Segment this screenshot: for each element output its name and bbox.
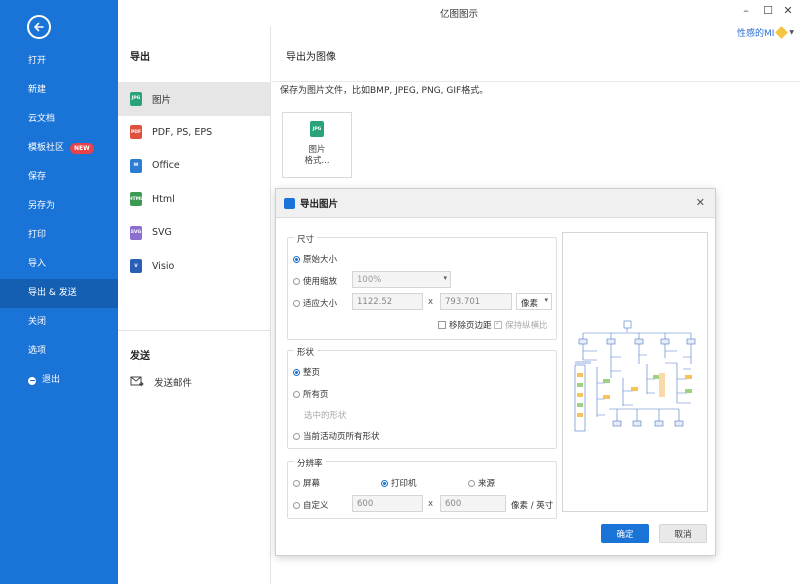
- maximize-icon: ☐: [763, 4, 773, 17]
- export-preview: [562, 232, 708, 512]
- nav-item-new[interactable]: 新建: [0, 76, 118, 105]
- radio-all-pages[interactable]: 所有页: [293, 388, 329, 400]
- minimize-button[interactable]: –: [738, 4, 754, 17]
- keep-ratio-checkbox[interactable]: 保持纵横比: [494, 319, 548, 331]
- resolution-legend: 分辨率: [294, 457, 326, 469]
- export-image-dialog: 导出图片 ✕ 尺寸 原始大小 使用缩放 100% 适应大小 1122.52 x …: [275, 188, 716, 556]
- resolution-y-input[interactable]: 600: [440, 495, 506, 512]
- size-legend: 尺寸: [294, 233, 318, 245]
- visio-file-icon: V: [130, 259, 142, 274]
- format-visio[interactable]: V Visio: [118, 250, 270, 284]
- tile-label: 图片 格式...: [304, 145, 330, 166]
- scale-select[interactable]: 100%: [352, 271, 451, 288]
- remove-margin-checkbox[interactable]: 移除页边距: [438, 319, 492, 331]
- image-format-tile[interactable]: JPG 图片 格式...: [282, 112, 352, 178]
- html-file-icon: HTML: [129, 192, 143, 207]
- mail-icon: [130, 376, 144, 387]
- nav-item-print[interactable]: 打印: [0, 221, 118, 250]
- x-separator: x: [428, 297, 434, 307]
- back-button[interactable]: [27, 15, 51, 39]
- nav-item-close[interactable]: 关闭: [0, 308, 118, 337]
- nav-item-options[interactable]: 选项: [0, 337, 118, 366]
- send-mail-item[interactable]: 发送邮件: [130, 375, 192, 389]
- window-title: 亿图图示: [439, 9, 478, 20]
- x-separator: x: [428, 499, 434, 509]
- radio-use-scale[interactable]: 使用缩放: [293, 275, 337, 287]
- size-group: 尺寸 原始大小 使用缩放 100% 适应大小 1122.52 x 793.701…: [287, 233, 557, 340]
- close-icon: ✕: [783, 4, 793, 17]
- content-heading: 导出为图像: [272, 26, 800, 82]
- format-html[interactable]: HTML Html: [118, 183, 270, 217]
- export-format-panel: 导出 JPG 图片 PDF PDF, PS, EPS W Office HTML…: [118, 26, 271, 584]
- app-window: 打开 新建 云文档 模板社区 NEW 保存 另存为 打印 导入 导出 & 发送 关…: [0, 0, 800, 584]
- exit-icon: [28, 376, 36, 385]
- thumb-mindmap: [574, 320, 696, 432]
- cancel-button[interactable]: 取消: [659, 524, 707, 543]
- radio-original-size[interactable]: 原始大小: [293, 253, 337, 265]
- diagram-thumbnail: [574, 320, 696, 432]
- radio-current-page-shapes[interactable]: 当前活动页所有形状: [293, 430, 380, 442]
- resolution-x-input[interactable]: 600: [352, 495, 423, 512]
- height-input[interactable]: 793.701: [440, 293, 512, 310]
- format-svg[interactable]: SVG SVG: [118, 216, 270, 250]
- nav-item-exit[interactable]: 退出: [0, 366, 118, 395]
- maximize-button[interactable]: ☐: [760, 4, 776, 17]
- shape-group: 形状 整页 所有页 选中的形状 当前活动页所有形状: [287, 346, 557, 449]
- radio-custom[interactable]: 自定义: [293, 499, 329, 511]
- nav-item-open[interactable]: 打开: [0, 47, 118, 76]
- close-icon: ✕: [695, 196, 705, 209]
- jpg-file-icon: JPG: [310, 121, 324, 137]
- export-heading: 导出: [130, 52, 150, 63]
- send-heading: 发送: [130, 351, 150, 362]
- radio-screen[interactable]: 屏幕: [293, 477, 320, 489]
- left-nav: 打开 新建 云文档 模板社区 NEW 保存 另存为 打印 导入 导出 & 发送 关…: [0, 0, 118, 584]
- close-window-button[interactable]: ✕: [780, 4, 796, 17]
- dialog-title-bar: 导出图片: [276, 189, 715, 218]
- new-badge: NEW: [70, 143, 94, 154]
- radio-whole-page[interactable]: 整页: [293, 366, 320, 378]
- minimize-icon: –: [743, 4, 749, 17]
- nav-item-save[interactable]: 保存: [0, 163, 118, 192]
- dialog-close-button[interactable]: ✕: [696, 196, 705, 209]
- width-input[interactable]: 1122.52: [352, 293, 423, 310]
- nav-item-template-community[interactable]: 模板社区 NEW: [0, 134, 118, 163]
- radio-source[interactable]: 来源: [468, 477, 495, 489]
- content-description: 保存为图片文件，比如BMP, JPEG, PNG, GIF格式。: [280, 86, 489, 96]
- nav-item-save-as[interactable]: 另存为: [0, 192, 118, 221]
- format-office[interactable]: W Office: [118, 149, 270, 183]
- nav-item-import[interactable]: 导入: [0, 250, 118, 279]
- divider: [118, 330, 271, 331]
- format-image[interactable]: JPG 图片: [118, 82, 270, 116]
- radio-fit-size[interactable]: 适应大小: [293, 297, 337, 309]
- nav-item-cloud-docs[interactable]: 云文档: [0, 105, 118, 134]
- ok-button[interactable]: 确定: [601, 524, 649, 543]
- shape-legend: 形状: [294, 346, 318, 358]
- unit-select[interactable]: 像素: [516, 293, 552, 310]
- arrow-left-icon: [34, 22, 44, 32]
- svg-file-icon: SVG: [130, 225, 142, 240]
- resolution-unit: 像素 / 英寸: [511, 501, 554, 511]
- word-file-icon: W: [130, 158, 142, 173]
- format-pdf[interactable]: PDF PDF, PS, EPS: [118, 116, 270, 150]
- app-logo-icon: [284, 197, 295, 209]
- dialog-title: 导出图片: [300, 199, 339, 210]
- radio-printer[interactable]: 打印机: [381, 477, 417, 489]
- radio-selected-shapes[interactable]: 选中的形状: [304, 409, 347, 421]
- resolution-group: 分辨率 屏幕 打印机 来源 自定义 600 x 600 像素 / 英寸: [287, 457, 557, 519]
- pdf-file-icon: PDF: [130, 125, 142, 140]
- nav-item-export-send[interactable]: 导出 & 发送: [0, 279, 118, 308]
- title-bar: 亿图图示 – ☐ ✕: [118, 0, 800, 26]
- jpg-file-icon: JPG: [130, 91, 142, 106]
